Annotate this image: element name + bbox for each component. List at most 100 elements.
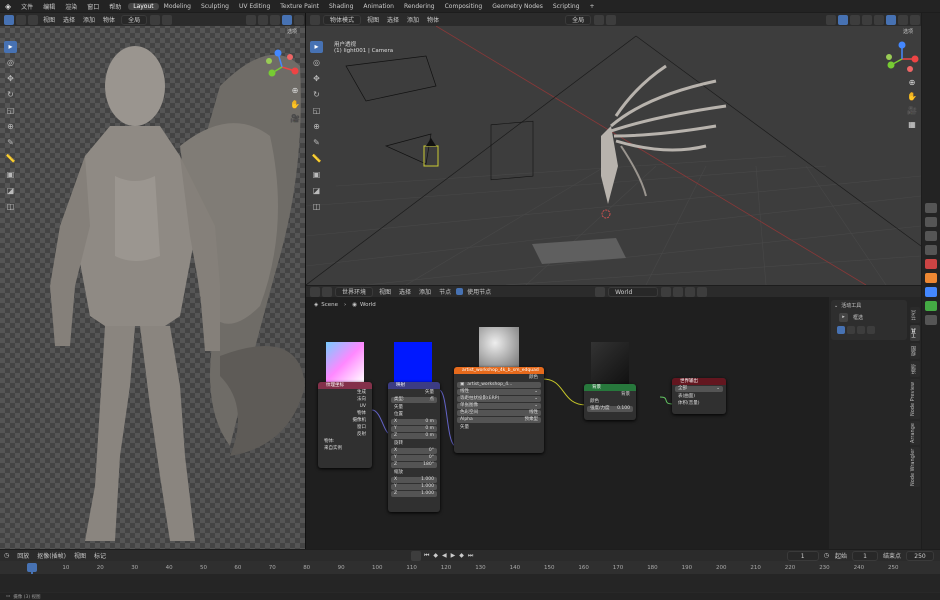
sidebar-select-new-icon[interactable] <box>837 326 845 334</box>
tab-modeling[interactable]: Modeling <box>159 3 196 10</box>
right-measure-tool-icon[interactable]: 📏 <box>310 153 323 165</box>
envtex-node[interactable]: artist_workshop_4k_b_sm_edquad 颜色 ▣ artis… <box>454 367 544 453</box>
shading-dropdown-icon[interactable] <box>294 14 304 25</box>
current-frame-field[interactable]: 1 <box>786 550 819 561</box>
right-annotate-tool-icon[interactable]: ✎ <box>310 137 323 149</box>
right-cursor-tool-icon[interactable]: ◎ <box>310 57 323 69</box>
rotate-tool-icon[interactable]: ↻ <box>4 89 17 101</box>
prev-keyframe-icon[interactable]: ◆ <box>431 552 440 559</box>
end-frame-field[interactable]: 250 <box>906 550 934 561</box>
menu-help[interactable]: 帮助 <box>104 2 126 11</box>
gizmo-toggle-icon[interactable] <box>838 14 848 25</box>
mapping-rotation-x[interactable]: X 0° <box>391 448 437 454</box>
sidebar-select-extend-icon[interactable] <box>847 326 855 334</box>
texcoord-object-row[interactable]: 物体: <box>318 438 372 445</box>
timeline[interactable]: ◷ 回放 抠像(插帧) 视图 标记 ⏮ ◆ ◀ ▶ ◆ ⏭ 1 ◷ 起始 1 结… <box>0 550 940 600</box>
mapping-location-z[interactable]: Z 0 m <box>391 433 437 439</box>
right-select-tool-icon[interactable]: ▸ <box>310 41 323 53</box>
world-output-target-dropdown[interactable]: 全部 ⌄ <box>675 386 723 392</box>
timeline-menu-view[interactable]: 视图 <box>70 551 90 560</box>
blender-logo-icon[interactable]: ◈ <box>0 2 16 11</box>
right-transform-tool-icon[interactable]: ⊕ <box>310 121 323 133</box>
tab-layout[interactable]: Layout <box>128 2 159 10</box>
sidebar-tab-node-preview[interactable]: Node Preview <box>910 379 920 419</box>
viewport-shading-wire-icon[interactable] <box>246 14 256 25</box>
sidebar-tab-arrange[interactable]: Arrange <box>910 421 920 445</box>
right-shading-material-icon[interactable] <box>898 14 908 25</box>
play-icon[interactable]: ▶ <box>449 552 458 559</box>
tab-geometry-nodes[interactable]: Geometry Nodes <box>487 3 548 10</box>
select-subtract-icon[interactable] <box>28 14 38 25</box>
tab-uv-editing[interactable]: UV Editing <box>234 3 275 10</box>
object-properties-icon[interactable] <box>925 273 937 283</box>
sidebar-tab-tool[interactable]: 工具 <box>910 325 920 341</box>
active-tool-header[interactable]: ⌄ 活动工具 <box>834 302 861 310</box>
active-tool-row[interactable]: ▸ 框选 <box>839 313 863 322</box>
right-shading-render-icon[interactable] <box>910 14 920 25</box>
mapping-location-x[interactable]: X 0 m <box>391 419 437 425</box>
timeline-track-area[interactable] <box>0 574 940 592</box>
mapping-node[interactable]: 映射 矢量 类型: 点 矢量 位置 X 0 m Y 0 m Z 0 m 旋转 X 0° Y… <box>388 382 440 512</box>
right-shear-tool-icon[interactable]: ◪ <box>310 185 323 197</box>
overlay-toggle-icon[interactable] <box>850 14 860 25</box>
output-properties-icon[interactable] <box>925 231 937 241</box>
navigation-gizmo[interactable] <box>262 47 302 87</box>
menu-window[interactable]: 窗口 <box>82 2 104 11</box>
right-shading-wire-icon[interactable] <box>874 14 884 25</box>
right-viewport[interactable]: 物体模式 视图 选择 添加 物体 全局 选项 用户透视 (1) light001… <box>306 13 921 285</box>
object-mode-dropdown[interactable]: 物体模式 <box>323 14 362 25</box>
xray-toggle-icon[interactable] <box>862 14 872 25</box>
envtex-projection-dropdown[interactable]: 等距柱状投影(ERP) ⌄ <box>457 396 541 402</box>
left-menu-add[interactable]: 添加 <box>79 15 99 24</box>
texcoord-node[interactable]: 纹理坐标 生成 法向 UV 物体 摄像机 窗口 反射 物体: 来自实例 <box>318 382 372 468</box>
right-add-cube-tool-icon[interactable]: ▣ <box>310 169 323 181</box>
annotate-tool-icon[interactable]: ✎ <box>4 137 17 149</box>
menu-file[interactable]: 文件 <box>16 2 38 11</box>
timeline-editor-icon[interactable]: ◷ <box>4 552 9 559</box>
add-workspace-button[interactable]: + <box>585 3 600 10</box>
tab-rendering[interactable]: Rendering <box>399 3 440 10</box>
tab-texture-paint[interactable]: Texture Paint <box>275 3 324 10</box>
envtex-interpolation-dropdown[interactable]: 线性 ⌄ <box>457 389 541 395</box>
shear-tool-icon[interactable]: ◪ <box>4 185 17 197</box>
select-mode-icon[interactable] <box>4 14 14 25</box>
snap-icon[interactable] <box>150 14 161 25</box>
sidebar-tab-node-wrangler[interactable]: Node Wrangler <box>910 447 920 487</box>
select-box-tool-icon[interactable]: ▸ <box>4 41 17 53</box>
right-zoom-icon[interactable]: ⊕ <box>906 77 918 89</box>
right-menu-add[interactable]: 添加 <box>403 15 423 24</box>
texcoord-from-instancer-row[interactable]: 来自实例 <box>318 445 372 452</box>
menu-render[interactable]: 渲染 <box>60 2 82 11</box>
right-pan-icon[interactable]: ✋ <box>906 91 918 103</box>
mapping-type-dropdown[interactable]: 类型: 点 <box>391 397 437 403</box>
right-ortho-icon[interactable]: ▦ <box>906 119 918 131</box>
next-keyframe-icon[interactable]: ◆ <box>457 552 466 559</box>
mapping-scale-y[interactable]: Y 1.000 <box>391 484 437 490</box>
mapping-scale-z[interactable]: Z 1.000 <box>391 491 437 497</box>
camera-view-icon[interactable]: 🎥 <box>289 113 301 125</box>
left-viewport[interactable]: 视图 选择 添加 物体 全局 选项 ▸ ◎ ✥ ↻ ◱ ⊕ ✎ 📏 ▣ ◪ ◫ <box>0 13 305 549</box>
cursor-tool-icon[interactable]: ◎ <box>4 57 17 69</box>
mapping-rotation-y[interactable]: Y 0° <box>391 455 437 461</box>
right-menu-select[interactable]: 选择 <box>383 15 403 24</box>
play-reverse-icon[interactable]: ◀ <box>440 552 449 559</box>
right-camera-icon[interactable]: 🎥 <box>906 105 918 117</box>
right-shading-solid-icon[interactable] <box>886 14 896 25</box>
move-tool-icon[interactable]: ✥ <box>4 73 17 85</box>
timeline-menu-playback[interactable]: 回放 <box>13 551 33 560</box>
texture-properties-icon[interactable] <box>925 315 937 325</box>
left-menu-select[interactable]: 选择 <box>59 15 79 24</box>
timeline-menu-keying[interactable]: 抠像(插帧) <box>33 551 70 560</box>
envtex-source-dropdown[interactable]: 单张图像 ⌄ <box>457 403 541 409</box>
tab-sculpting[interactable]: Sculpting <box>196 3 234 10</box>
left-menu-object[interactable]: 物体 <box>99 15 119 24</box>
spin-tool-icon[interactable]: ◫ <box>4 201 17 213</box>
right-navigation-gizmo[interactable] <box>882 39 921 79</box>
right-transform-orientation-dropdown[interactable]: 全局 <box>565 14 592 25</box>
mapping-location-y[interactable]: Y 0 m <box>391 426 437 432</box>
visibility-icon[interactable] <box>826 14 836 25</box>
envtex-image-field[interactable]: ▣ artist_workshop_4... <box>457 382 541 388</box>
proportional-edit-icon[interactable] <box>162 14 173 25</box>
right-snap-icon[interactable] <box>594 14 605 25</box>
measure-tool-icon[interactable]: 📏 <box>4 153 17 165</box>
